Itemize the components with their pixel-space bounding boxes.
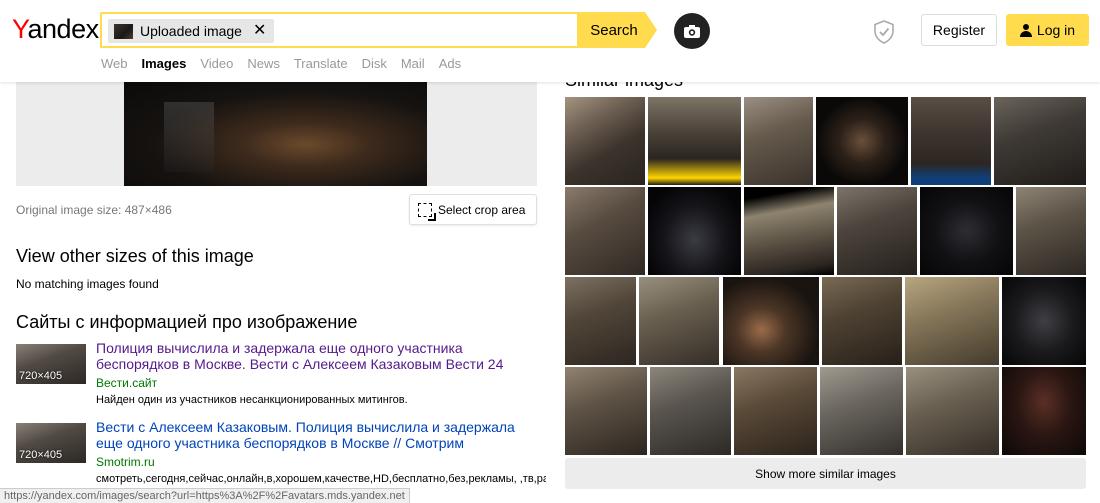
site-description: смотреть,сегодня,сейчас,онлайн,в,хорошем… (96, 473, 546, 485)
person-icon (1019, 23, 1032, 37)
site-thumbnail-size: 720×405 (19, 370, 63, 382)
crop-icon (418, 202, 436, 221)
sites-heading: Сайты с информацией про изображение (16, 312, 358, 332)
similar-image[interactable] (648, 187, 741, 275)
site-result: 720×405 Полиция вычислила и задержала ещ… (16, 340, 541, 424)
chip-label: Uploaded image (140, 23, 242, 39)
login-button[interactable]: Log in (1006, 14, 1089, 46)
close-icon[interactable]: ✕ (253, 23, 266, 39)
crop-label: Select crop area (438, 202, 526, 217)
grid-row (565, 367, 1086, 455)
original-image-size: Original image size: 487×486 (16, 203, 172, 217)
search-button[interactable]: Search (577, 12, 645, 48)
site-thumbnail-size: 720×405 (19, 449, 63, 461)
similar-image[interactable] (1016, 187, 1086, 275)
site-domain-link[interactable]: Smotrim.ru (96, 455, 155, 469)
shield-icon[interactable] (873, 20, 895, 44)
nav-video[interactable]: Video (200, 56, 233, 71)
grid-row (565, 277, 1086, 365)
site-thumbnail[interactable]: 720×405 (16, 344, 86, 384)
similar-image[interactable] (905, 277, 999, 365)
service-nav: Web Images Video News Translate Disk Mai… (101, 56, 461, 71)
site-title-link[interactable]: Вести с Алексеем Казаковым. Полиция вычи… (96, 419, 541, 451)
site-description: Найден один из участников несанкциониров… (96, 394, 408, 406)
header: Yandex Uploaded image ✕ Search Register (0, 0, 1100, 82)
similar-image[interactable] (1002, 367, 1086, 455)
similar-image[interactable] (1002, 277, 1086, 365)
other-sizes-heading: View other sizes of this image (16, 246, 254, 266)
nav-images[interactable]: Images (142, 56, 187, 71)
image-preview (16, 82, 537, 186)
search-button-arrow (645, 12, 657, 48)
register-button[interactable]: Register (921, 14, 997, 46)
show-more-similar-button[interactable]: Show more similar images (565, 458, 1086, 489)
nav-news[interactable]: News (247, 56, 280, 71)
site-title-link[interactable]: Полиция вычислила и задержала еще одного… (96, 340, 541, 372)
similar-image[interactable] (820, 367, 903, 455)
similar-image[interactable] (994, 97, 1086, 185)
nav-ads[interactable]: Ads (439, 56, 461, 71)
nav-translate[interactable]: Translate (294, 56, 348, 71)
similar-image[interactable] (565, 367, 647, 455)
site-domain-link[interactable]: Вести.сайт (96, 376, 157, 390)
similar-image[interactable] (906, 367, 999, 455)
nav-disk[interactable]: Disk (362, 56, 387, 71)
uploaded-image-thumbnail (114, 23, 133, 39)
similar-image[interactable] (837, 187, 917, 275)
similar-image[interactable] (816, 97, 908, 185)
site-thumbnail[interactable]: 720×405 (16, 423, 86, 463)
similar-image[interactable] (565, 187, 645, 275)
similar-image[interactable] (744, 187, 834, 275)
similar-image[interactable] (565, 97, 645, 185)
similar-image[interactable] (822, 277, 902, 365)
grid-row (565, 187, 1086, 275)
similar-image[interactable] (920, 187, 1013, 275)
similar-image[interactable] (723, 277, 819, 365)
similar-image[interactable] (744, 97, 813, 185)
similar-image[interactable] (650, 367, 731, 455)
camera-icon[interactable] (674, 13, 710, 49)
uploaded-image-chip: Uploaded image ✕ (108, 19, 275, 43)
uploaded-image[interactable] (124, 82, 427, 186)
grid-row (565, 97, 1086, 185)
no-matching-text: No matching images found (16, 277, 159, 291)
login-label: Log in (1036, 22, 1076, 38)
similar-image[interactable] (911, 97, 991, 185)
similar-image[interactable] (734, 367, 817, 455)
select-crop-area-button[interactable]: Select crop area (409, 194, 537, 225)
similar-image[interactable] (648, 97, 741, 185)
nav-mail[interactable]: Mail (401, 56, 425, 71)
similar-image[interactable] (565, 277, 636, 365)
yandex-logo[interactable]: Yandex (12, 14, 99, 45)
status-bar-url: https://yandex.com/images/search?url=htt… (0, 488, 410, 503)
search-input[interactable]: Uploaded image ✕ (100, 12, 577, 48)
similar-image[interactable] (639, 277, 719, 365)
left-column: Original image size: 487×486 Select crop… (0, 82, 560, 503)
nav-web[interactable]: Web (101, 56, 128, 71)
